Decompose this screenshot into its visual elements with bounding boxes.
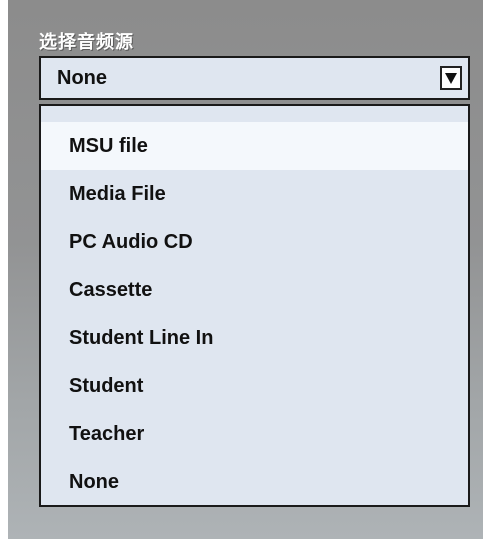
- option-msu-file[interactable]: MSU file: [41, 122, 468, 170]
- option-student[interactable]: Student: [41, 362, 468, 410]
- option-pc-audio-cd[interactable]: PC Audio CD: [41, 218, 468, 266]
- selected-value: None: [57, 67, 107, 89]
- option-cassette[interactable]: Cassette: [41, 266, 468, 314]
- option-media-file[interactable]: Media File: [41, 170, 468, 218]
- audio-source-panel: 选择音频源 None MSU file Media File PC Audio …: [8, 0, 483, 539]
- panel-title: 选择音频源: [39, 32, 134, 53]
- option-none[interactable]: None: [41, 458, 468, 506]
- option-student-line-in[interactable]: Student Line In: [41, 314, 468, 362]
- triangle-down-icon[interactable]: [440, 66, 462, 90]
- audio-source-select[interactable]: None: [39, 56, 470, 100]
- audio-source-dropdown-list: MSU file Media File PC Audio CD Cassette…: [39, 104, 470, 507]
- option-teacher[interactable]: Teacher: [41, 410, 468, 458]
